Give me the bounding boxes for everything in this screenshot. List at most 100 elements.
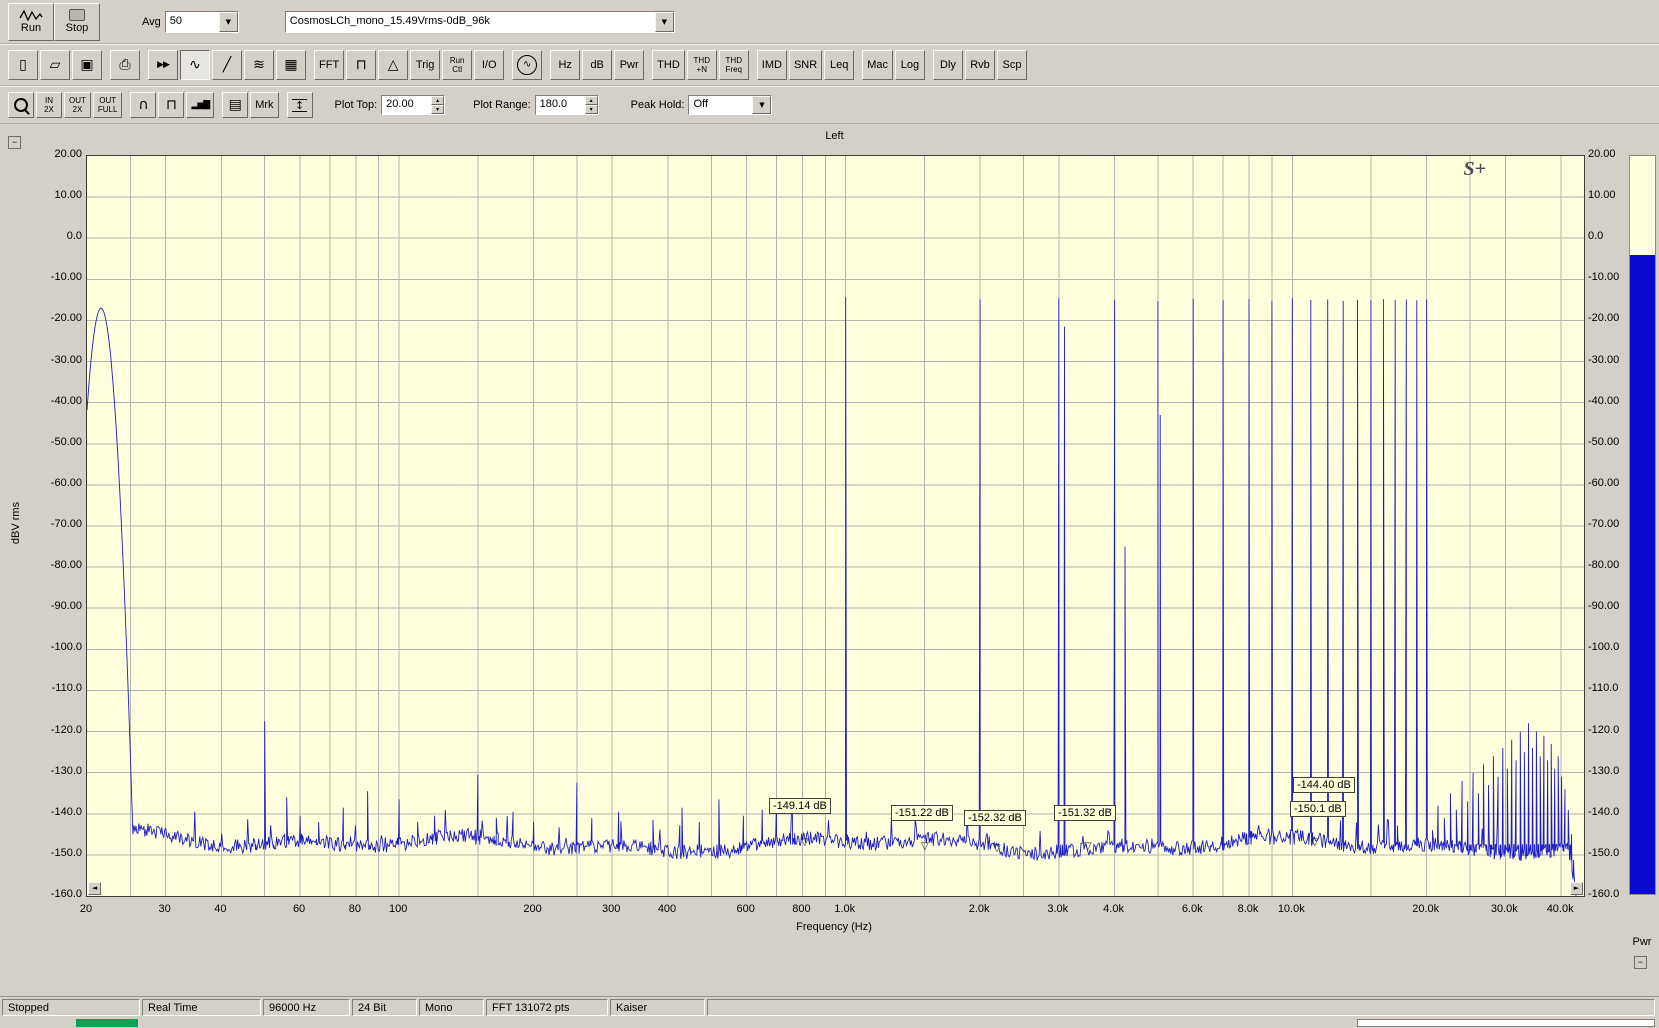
y-tick-label: -90.00 xyxy=(50,600,82,613)
plot-scroll-left-button[interactable]: ◄ xyxy=(88,882,101,895)
snr-button[interactable]: SNR xyxy=(788,50,823,80)
save-button[interactable]: ▣ xyxy=(72,50,102,80)
plot-range-down-button[interactable]: ▾ xyxy=(584,105,598,114)
spectrogram-view-button[interactable]: ▦ xyxy=(276,50,306,80)
trigger-button[interactable]: Trig xyxy=(410,50,441,80)
pulse-plot-button[interactable]: ⊓ xyxy=(158,92,185,118)
x-tick-label: 1.0k xyxy=(834,903,856,915)
measurement-marker-label[interactable]: -150.1 dB xyxy=(1290,801,1346,817)
y-axis-left-labels: 20.00 10.00 0.0 -10.00 -20.00 -30.00 -40.00 -50… xyxy=(26,124,82,996)
leq-button[interactable]: Leq xyxy=(824,50,855,80)
run-control-button[interactable]: Run Ctl xyxy=(442,50,473,80)
x-tick-label: 200 xyxy=(523,903,542,915)
run-button-label: Run xyxy=(20,22,42,34)
log-button[interactable]: Log xyxy=(894,50,925,80)
plot-toolbar-groups: IN 2X OUT 2X OUT FULL ∩ ⊓ ▂▅▇ ▤ Mrk ↕ xyxy=(8,92,321,118)
status-cell-4: Mono xyxy=(419,999,484,1016)
print-button[interactable]: ⎙ xyxy=(110,50,140,80)
print-icon: ⎙ xyxy=(119,57,131,73)
step-plot-button[interactable]: ⊓ xyxy=(346,50,377,80)
pwr-button[interactable]: Pwr xyxy=(614,50,645,80)
plot-top-label: Plot Top: xyxy=(334,99,378,111)
spectrum-view-button[interactable]: ∿ xyxy=(180,50,210,80)
marker-toggle-button[interactable]: Mrk xyxy=(250,92,279,118)
y-tick-label: -160.0 xyxy=(50,888,82,900)
run-button[interactable]: Run xyxy=(8,2,54,41)
zoom-out-2x-button[interactable]: OUT 2X xyxy=(64,92,91,118)
plot-top-spinner[interactable]: 20.00 ▴ ▾ xyxy=(381,95,446,115)
cursor-readout-button[interactable]: ↕ xyxy=(286,92,313,118)
multi-spectra-icon: ≋ xyxy=(253,57,265,73)
toolbar-group: IMD SNR Leq xyxy=(756,50,855,80)
fft-button[interactable]: FFT xyxy=(314,50,345,80)
stop-button[interactable]: Stop xyxy=(54,2,100,41)
collapse-meter-button[interactable]: − xyxy=(1634,956,1647,969)
thd-n-button-label: +N xyxy=(696,65,707,74)
y-tick-label: -60.00 xyxy=(50,476,82,489)
zoom-button[interactable] xyxy=(8,92,34,118)
peak-hold-select[interactable]: Off ▼ xyxy=(688,95,773,115)
thd-button[interactable]: THD xyxy=(652,50,685,80)
avg-select[interactable]: 50 ▼ xyxy=(164,10,239,33)
dly-button[interactable]: Dly xyxy=(932,50,963,80)
status-cell-7 xyxy=(707,999,1655,1016)
meter-field xyxy=(1357,1019,1655,1027)
thd-freq-button[interactable]: THD Freq xyxy=(718,50,749,80)
plot-range-spinner[interactable]: 180.0 ▴ ▾ xyxy=(534,95,599,115)
zoom-in-2x-button[interactable]: IN 2X xyxy=(36,92,62,118)
hz-button[interactable]: Hz xyxy=(550,50,581,80)
thd-n-button[interactable]: THD +N xyxy=(686,50,717,80)
file-select[interactable]: CosmosLCh_mono_15.49Vrms-0dB_96k ▼ xyxy=(284,10,675,33)
y-axis-title: dBV rms xyxy=(10,501,22,545)
io-button[interactable]: I/O xyxy=(474,50,505,80)
x-axis-title: Frequency (Hz) xyxy=(796,921,872,933)
plot-top-down-button[interactable]: ▾ xyxy=(431,105,445,114)
peak-hold-dropdown-arrow-icon[interactable]: ▼ xyxy=(752,96,772,114)
y-tick-label: 0.0 xyxy=(66,230,82,243)
toolbar-group: ⎙ xyxy=(110,50,140,80)
measurement-marker-label[interactable]: -151.32 dB xyxy=(1054,805,1116,821)
multi-spectra-button[interactable]: ≋ xyxy=(244,50,274,80)
y-tick-label: -110.0 xyxy=(51,682,82,695)
pulse-plot-icon: ⊓ xyxy=(165,97,177,113)
plot-top-spin-buttons: ▴ ▾ xyxy=(431,96,445,114)
histogram-button[interactable]: ▂▅▇ xyxy=(186,92,215,118)
open-file-button[interactable]: ▱ xyxy=(40,50,70,80)
y-tick-label: -10.00 xyxy=(50,271,82,284)
power-meter-bar xyxy=(1629,155,1656,895)
plot-scroll-right-button[interactable]: ► xyxy=(1570,882,1583,895)
fast-forward-button[interactable]: ▶▶ xyxy=(148,50,178,80)
zoom-in-2x-button-label: IN xyxy=(45,96,53,105)
y-tick-label: 20.00 xyxy=(54,148,82,160)
measurement-marker-label[interactable]: -149.14 dB xyxy=(769,798,831,814)
collapse-plot-button[interactable]: − xyxy=(8,136,21,149)
imd-button[interactable]: IMD xyxy=(756,50,787,80)
scp-button[interactable]: Scp xyxy=(996,50,1027,80)
mac-button[interactable]: Mac xyxy=(862,50,893,80)
new-file-button[interactable]: ▯ xyxy=(8,50,38,80)
db-button[interactable]: dB xyxy=(582,50,613,80)
peak-hold-value: Off xyxy=(693,98,708,110)
display-config-button[interactable]: ▤ xyxy=(222,92,249,118)
status-cell-0: Stopped xyxy=(2,999,140,1016)
spectrum-plot[interactable]: S+ ◄ ► -149.14 dB ▽ -151.22 dB ▽ -152.32 dB ▽… xyxy=(86,155,1585,897)
slope-line-button[interactable]: ╱ xyxy=(212,50,242,80)
avg-dropdown-arrow-icon[interactable]: ▼ xyxy=(218,11,238,32)
signal-generator-button[interactable]: ∿ xyxy=(512,50,543,80)
x-tick-label: 4.0k xyxy=(1103,903,1124,915)
thd-freq-button-label: Freq xyxy=(725,65,742,74)
y-tick-label: -150.0 xyxy=(50,846,82,859)
spectrum-trace-canvas[interactable] xyxy=(87,156,1584,896)
measurement-marker-label[interactable]: -152.32 dB xyxy=(964,810,1026,826)
sweep-button[interactable]: △ xyxy=(378,50,409,80)
bottom-meter-strip xyxy=(0,1018,1659,1028)
zoom-out-full-button[interactable]: OUT FULL xyxy=(92,92,123,118)
file-dropdown-arrow-icon[interactable]: ▼ xyxy=(654,11,674,32)
toolbar-group: IN 2X OUT 2X OUT FULL xyxy=(8,92,123,118)
plot-range-up-button[interactable]: ▴ xyxy=(584,96,598,105)
probability-plot-button[interactable]: ∩ xyxy=(130,92,157,118)
rvb-button[interactable]: Rvb xyxy=(964,50,995,80)
plot-top-up-button[interactable]: ▴ xyxy=(431,96,445,105)
measurement-marker-label[interactable]: -144.40 dB xyxy=(1293,777,1355,793)
measurement-marker-label[interactable]: -151.22 dB xyxy=(891,805,953,821)
